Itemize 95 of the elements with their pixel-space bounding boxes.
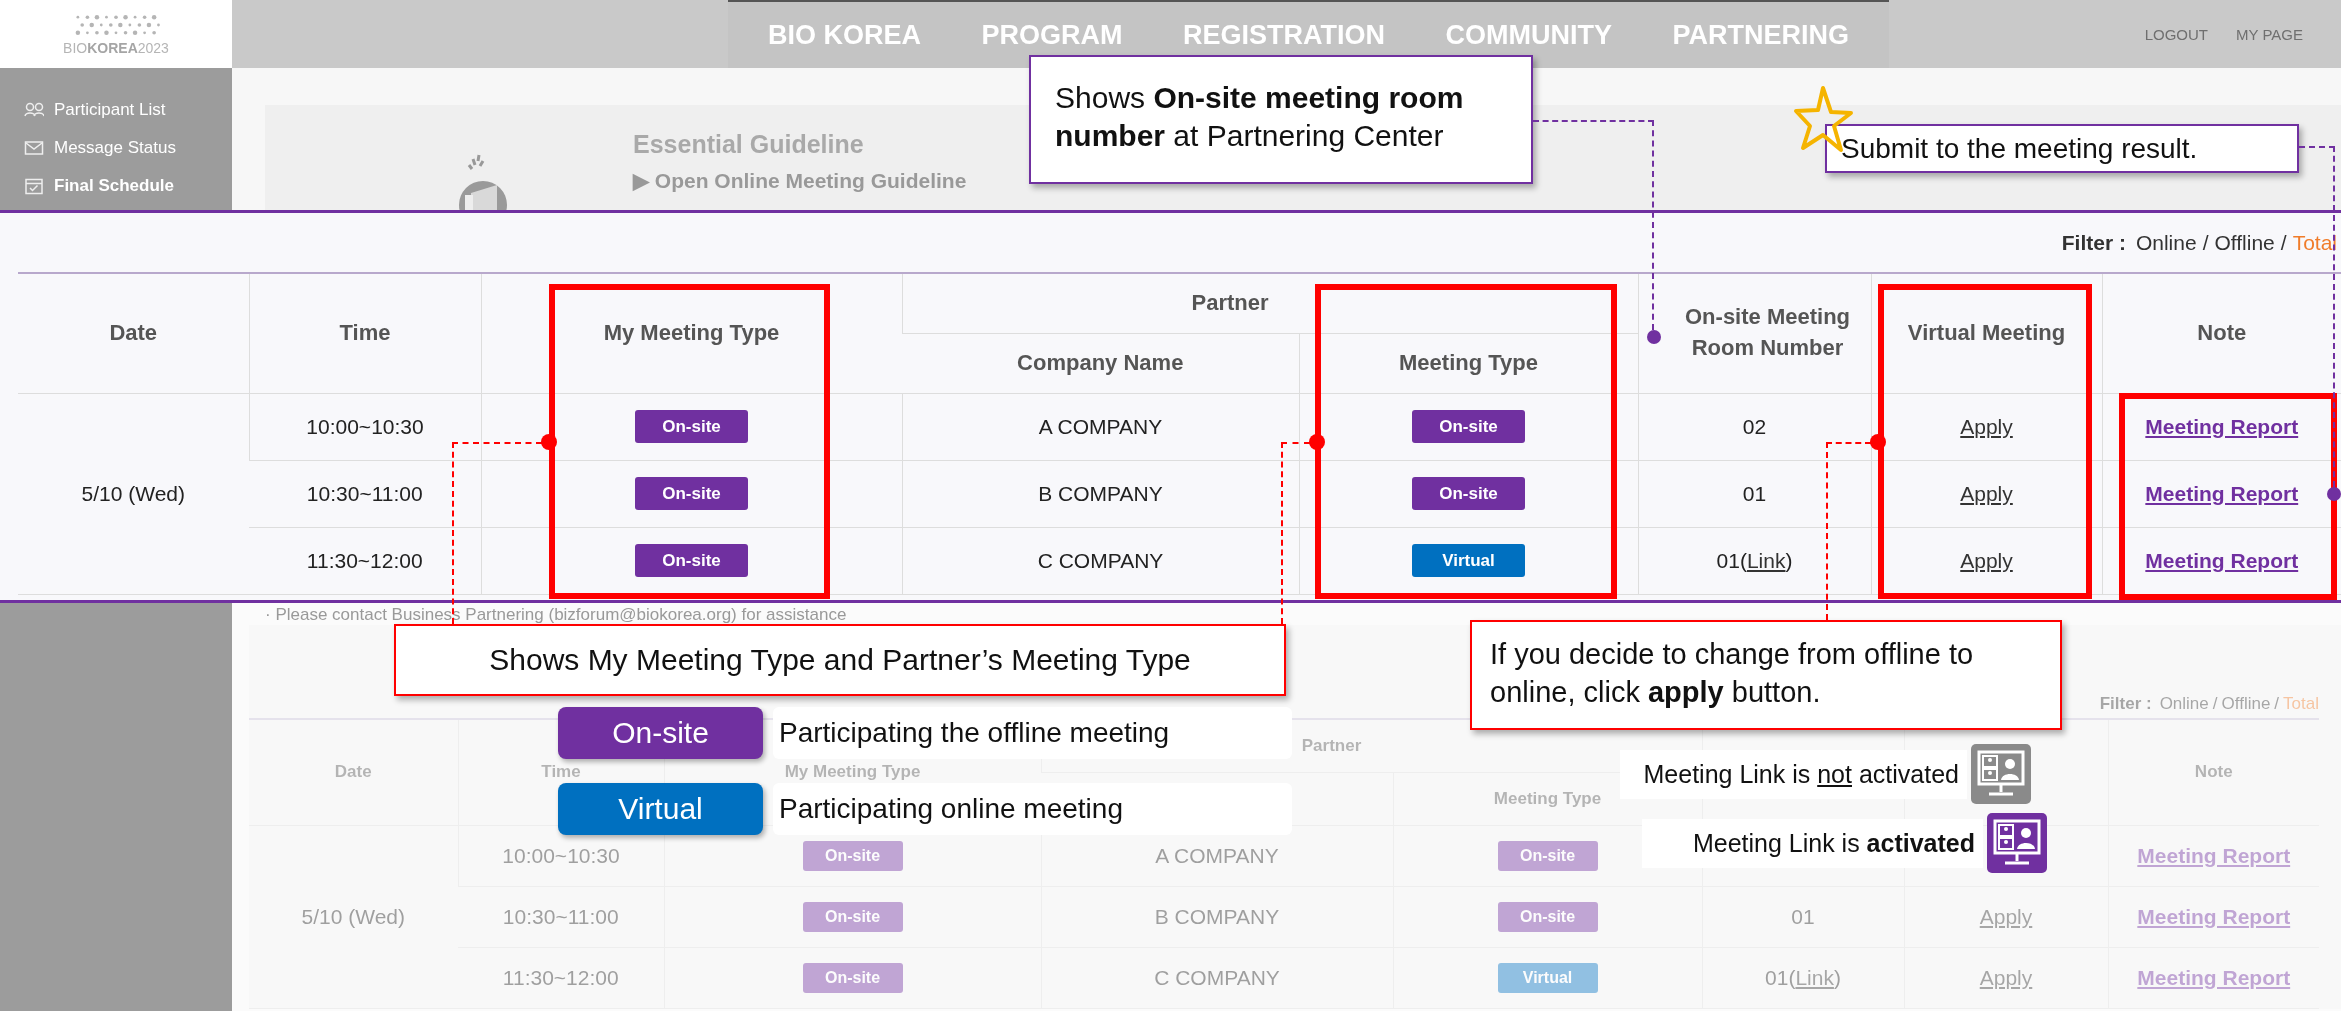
filter-option[interactable]: Offline [2221,694,2271,714]
column-header: Company Name [1016,348,1185,377]
column-header: Time [540,763,582,782]
column-header: Partner [1190,288,1270,317]
meeting-report-link[interactable]: Meeting Report [2145,414,2299,438]
meeting-type-badge: On-site [635,544,748,577]
callout: Shows On-site meeting room number at Partnering Center [1029,55,1533,184]
meeting-type-badge: On-site [802,901,903,932]
logo-text: BIOKOREA2023 [63,40,169,56]
nav-link[interactable]: REGISTRATION [1183,19,1385,51]
guideline-link[interactable]: ▶ Open Online Meeting Guideline [633,169,967,193]
meeting-type-badge: Virtual [558,783,763,835]
apply-link[interactable]: Apply [1960,414,2013,438]
meeting-type-badge: Virtual [1412,544,1525,577]
apply-link[interactable]: Apply [1960,548,2013,572]
meeting-type-badge: On-site [1497,901,1598,932]
meeting-link[interactable]: Link [1795,965,1834,989]
nav-link[interactable]: PARTNERING [1672,19,1849,51]
meeting-type-badge: On-site [802,962,903,993]
legend-label: Participating the offline meeting [773,707,1292,759]
room-number: 01(Link) [1765,965,1841,989]
table-cell: 01 [1638,460,1871,527]
meeting-report-link[interactable]: Meeting Report [2145,481,2299,505]
column-header: My Meeting Type [602,318,781,347]
table-cell: 10:00~10:30 [249,393,481,460]
column-header: Partner [1300,736,1363,755]
column-header: Note [2193,763,2234,782]
meeting-type-badge: On-site [1412,477,1525,510]
table-cell: A COMPANY [902,393,1299,460]
header-link[interactable]: LOGOUT [2144,25,2209,43]
legend-label: Meeting Link is not activated [1620,749,1967,799]
meeting-type-badge: On-site [635,477,748,510]
filter-label: Filter : [2099,694,2152,714]
meeting-type-badge: On-site [1412,410,1525,443]
table-cell: 10:30~11:00 [458,886,664,947]
callout: If you decide to change from offline to online, click apply button. [1470,620,2062,730]
table-cell: C COMPANY [902,527,1299,594]
filter-option[interactable]: Online [2135,230,2197,255]
nav-link[interactable]: BIO KOREA [768,19,921,51]
filter-separator: / [2202,230,2209,255]
legend-label: Meeting Link is activated [1642,818,1983,868]
table-cell: 10:30~11:00 [249,460,481,527]
filter-option[interactable]: Total [2283,694,2319,714]
meeting-report-link[interactable]: Meeting Report [2137,965,2291,989]
column-header: Date [108,318,159,347]
nav-link[interactable]: PROGRAM [981,19,1123,51]
meeting-type-badge: On-site [558,707,763,759]
room-number: 01(Link) [1716,548,1793,572]
filter-label: Filter : [2061,230,2126,255]
filter-option[interactable]: Total [2292,230,2337,255]
table-cell: B COMPANY [1041,886,1393,947]
filter-separator: / [2212,694,2218,714]
meeting-type-badge: On-site [1497,840,1598,871]
meeting-report-link[interactable]: Meeting Report [2137,904,2291,928]
sidebar-item[interactable]: Participant List [24,100,232,120]
calendar-icon [24,177,44,195]
column-header: Time [338,318,392,347]
table-cell: C COMPANY [1041,947,1393,1008]
contact-note: · Please contact Business Partnering (bizforum@biokorea.org) for assistance [265,605,847,625]
column-header: Meeting Type [1398,348,1539,377]
filter-option[interactable]: Offline [2214,230,2275,255]
column-header: Date [333,763,373,782]
table-cell: 5/10 (Wed) [18,393,249,594]
column-header: On-site Meeting Room Number [1684,303,1851,363]
sidebar-item[interactable]: Final Schedule [24,176,232,196]
meeting-type-badge: Virtual [1497,962,1598,993]
callout: Submit to the meeting result. [1825,124,2299,173]
column-header: Meeting Type [1492,789,1603,808]
callout: Shows My Meeting Type and Partner’s Meeting Type [394,624,1286,696]
column-header: Note [2196,318,2248,347]
filter-option[interactable]: Online [2159,694,2209,714]
column-header: Virtual Meeting [1906,318,2067,347]
apply-link[interactable]: Apply [1979,965,2033,989]
meeting-type-badge: On-site [635,410,748,443]
legend-label: Participating online meeting [773,783,1292,835]
filter-separator: / [2280,230,2287,255]
nav-link[interactable]: COMMUNITY [1445,19,1612,51]
filter-separator: / [2274,694,2280,714]
table-cell: 11:30~12:00 [249,527,481,594]
sidebar-item[interactable]: Message Status [24,138,232,158]
header-link[interactable]: MY PAGE [2236,25,2303,43]
table-cell: 02 [1638,393,1871,460]
column-header: My Meeting Type [783,763,922,782]
table-cell: 5/10 (Wed) [249,825,458,1008]
table-cell: 01 [1702,886,1904,947]
table-cell: 11:30~12:00 [458,947,664,1008]
envelope-icon [24,139,44,157]
table-cell: B COMPANY [902,460,1299,527]
people-icon [24,101,44,119]
meeting-report-link[interactable]: Meeting Report [2145,548,2299,572]
guideline-title: Essential Guideline [633,130,865,159]
meeting-report-link[interactable]: Meeting Report [2137,843,2291,867]
apply-link[interactable]: Apply [1960,481,2013,505]
apply-link[interactable]: Apply [1979,904,2033,928]
meeting-type-badge: On-site [802,840,903,871]
